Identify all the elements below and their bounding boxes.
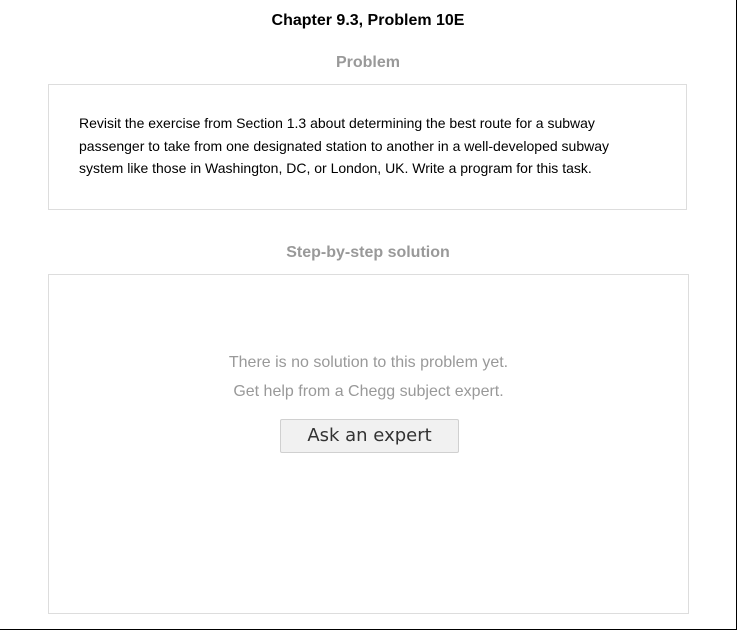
solution-box: There is no solution to this problem yet…: [48, 274, 689, 614]
problem-text: Revisit the exercise from Section 1.3 ab…: [79, 115, 610, 176]
ask-an-expert-button[interactable]: Ask an expert: [280, 419, 459, 453]
solution-heading: Step-by-step solution: [286, 244, 450, 261]
no-solution-message: There is no solution to this problem yet…: [228, 354, 509, 371]
problem-box: Revisit the exercise from Section 1.3 ab…: [48, 84, 687, 210]
chapter-title: Chapter 9.3, Problem 10E: [271, 12, 465, 29]
help-message: Get help from a Chegg subject expert.: [233, 383, 504, 400]
problem-heading: Problem: [335, 54, 400, 71]
